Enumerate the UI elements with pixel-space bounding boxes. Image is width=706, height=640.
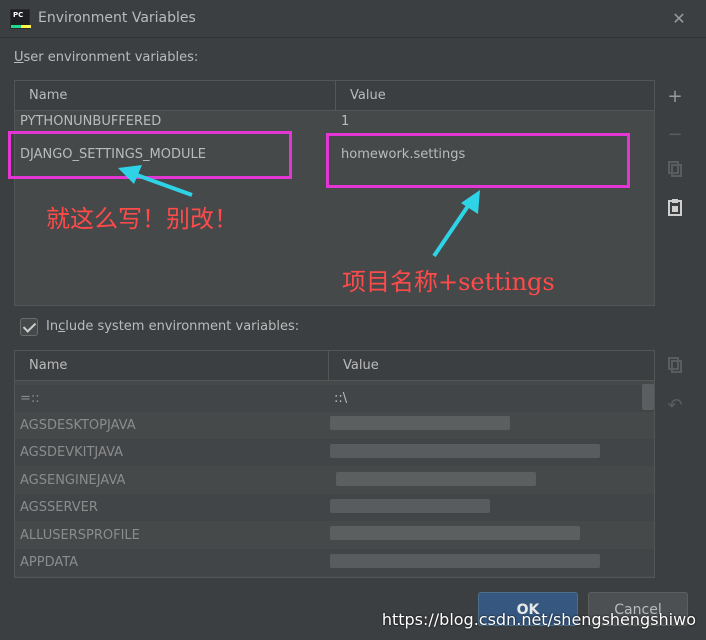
user-env-label: User environment variables: [14, 50, 199, 65]
column-header-name[interactable]: Name [15, 351, 328, 381]
env-name-cell[interactable]: APPDATA [15, 549, 328, 576]
redacted-value [330, 444, 600, 458]
redacted-value [330, 499, 490, 513]
remove-icon[interactable]: − [664, 124, 686, 146]
column-header-value[interactable]: Value [328, 351, 654, 381]
table-row[interactable]: =:: ::\ [15, 385, 654, 412]
env-name-cell[interactable]: AGSENGINEJAVA [15, 467, 328, 494]
user-env-table[interactable]: Name Value PYTHONUNBUFFERED 1 DJANGO_SET… [14, 80, 655, 306]
redacted-value [336, 472, 536, 486]
watermark-url: https://blog.csdn.net/shengshengshiwo [381, 610, 696, 629]
copy-icon[interactable] [664, 160, 686, 182]
env-name-cell[interactable]: AGSSERVER [15, 494, 328, 521]
paste-icon[interactable] [664, 198, 686, 220]
redacted-value [330, 554, 600, 568]
highlight-box-value [326, 133, 630, 188]
redacted-value [330, 526, 580, 540]
title-bar: PC Environment Variables ✕ [0, 0, 706, 38]
env-name-cell[interactable]: PYTHONUNBUFFERED [15, 114, 335, 130]
window-title: Environment Variables [38, 10, 196, 26]
annotation-project-note: 项目名称+settings [342, 268, 555, 296]
env-name-cell[interactable]: AGSDESKTOPJAVA [15, 412, 328, 439]
copy-icon[interactable] [664, 356, 686, 378]
system-env-table[interactable]: Name Value =:: ::\ AGSDESKTOPJAVA AGSDEV… [14, 350, 655, 578]
env-name-cell[interactable]: AGSDEVKITJAVA [15, 439, 328, 466]
pycharm-app-icon: PC [10, 9, 31, 29]
env-value-cell[interactable]: ::\ [329, 385, 629, 412]
column-header-value[interactable]: Value [335, 81, 654, 111]
table-row[interactable]: PYTHONUNBUFFERED 1 [15, 114, 654, 130]
user-table-header: Name Value [15, 81, 654, 111]
undo-icon[interactable]: ↶ [664, 395, 686, 417]
env-value-cell[interactable]: 1 [336, 114, 636, 130]
include-system-label[interactable]: Include system environment variables: [46, 319, 299, 334]
highlight-box-name [8, 131, 292, 179]
close-icon[interactable]: ✕ [668, 8, 690, 30]
system-table-header: Name Value [15, 351, 654, 381]
include-system-checkbox[interactable] [20, 318, 38, 336]
env-name-cell[interactable]: =:: [15, 385, 328, 412]
column-header-name[interactable]: Name [15, 81, 335, 111]
add-icon[interactable]: + [664, 86, 686, 108]
annotation-keep-note: 就这么写！别改！ [46, 205, 238, 233]
env-name-cell[interactable]: ALLUSERSPROFILE [15, 522, 328, 549]
system-table-scrollbar[interactable] [642, 384, 654, 410]
table-row[interactable]: AGSENGINEJAVA [15, 467, 654, 494]
redacted-value [330, 416, 510, 430]
